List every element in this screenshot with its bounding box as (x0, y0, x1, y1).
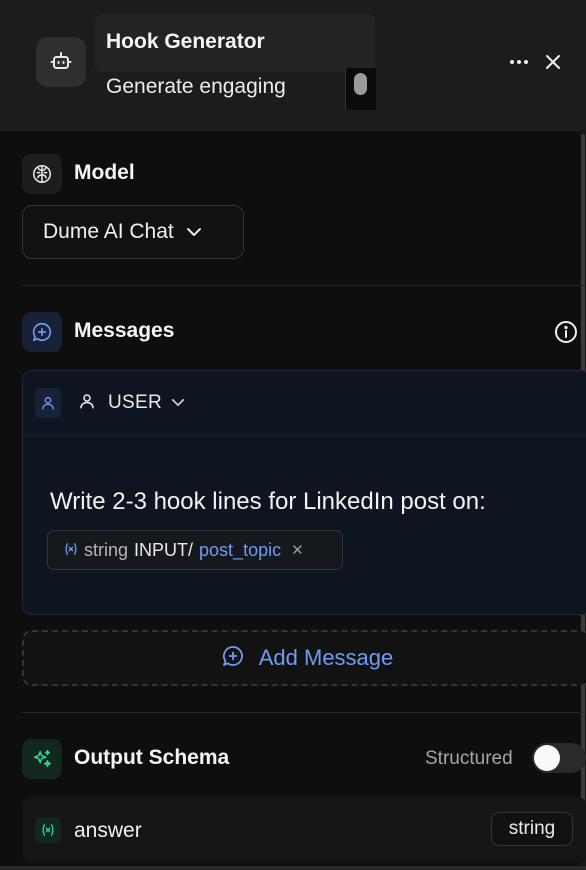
role-select-value: USER (108, 392, 162, 413)
structured-toggle[interactable] (532, 743, 586, 773)
schema-field-type[interactable]: string (491, 812, 573, 846)
message-text[interactable]: Write 2-3 hook lines for LinkedIn post o… (50, 488, 486, 516)
section-divider (22, 712, 586, 713)
variable-chip[interactable]: string INPUT/ post_topic ✕ (47, 530, 343, 570)
variable-icon (35, 817, 61, 843)
node-title[interactable]: Hook Generator (106, 30, 265, 54)
output-schema-section-label: Output Schema (74, 746, 230, 769)
bottom-border (0, 866, 586, 870)
message-plus-icon (22, 312, 62, 352)
toggle-knob (534, 745, 560, 771)
robot-icon (36, 37, 86, 87)
node-subtitle[interactable]: Generate engaging (106, 75, 286, 99)
chevron-down-icon (186, 227, 202, 237)
user-role-icon (35, 388, 61, 418)
role-select[interactable]: USER (78, 390, 185, 416)
sparkles-icon (22, 739, 62, 779)
brain-icon (22, 154, 62, 194)
model-select-value: Dume AI Chat (43, 220, 174, 243)
user-icon (78, 392, 96, 415)
add-message-label: Add Message (258, 645, 394, 670)
message-card-divider (23, 435, 586, 436)
info-icon[interactable] (554, 320, 578, 344)
message-plus-icon (221, 644, 245, 673)
variable-source: INPUT/ (134, 539, 194, 560)
variable-icon (64, 540, 78, 561)
section-divider (22, 285, 586, 286)
variable-name: post_topic (199, 539, 282, 560)
schema-field-name[interactable]: answer (74, 819, 142, 843)
variable-type: string (84, 539, 129, 560)
structured-label: Structured (425, 748, 513, 769)
model-select[interactable]: Dume AI Chat (22, 205, 244, 259)
messages-section-label: Messages (74, 319, 175, 342)
remove-variable-icon[interactable]: ✕ (291, 541, 304, 559)
subtitle-scrollbar[interactable] (345, 68, 376, 110)
add-message-button[interactable]: Add Message (22, 630, 586, 686)
model-section-label: Model (74, 161, 135, 184)
close-icon[interactable] (541, 50, 565, 74)
more-options-icon[interactable] (507, 50, 531, 74)
subtitle-scrollbar-thumb[interactable] (354, 73, 367, 95)
chevron-down-icon (171, 394, 185, 412)
